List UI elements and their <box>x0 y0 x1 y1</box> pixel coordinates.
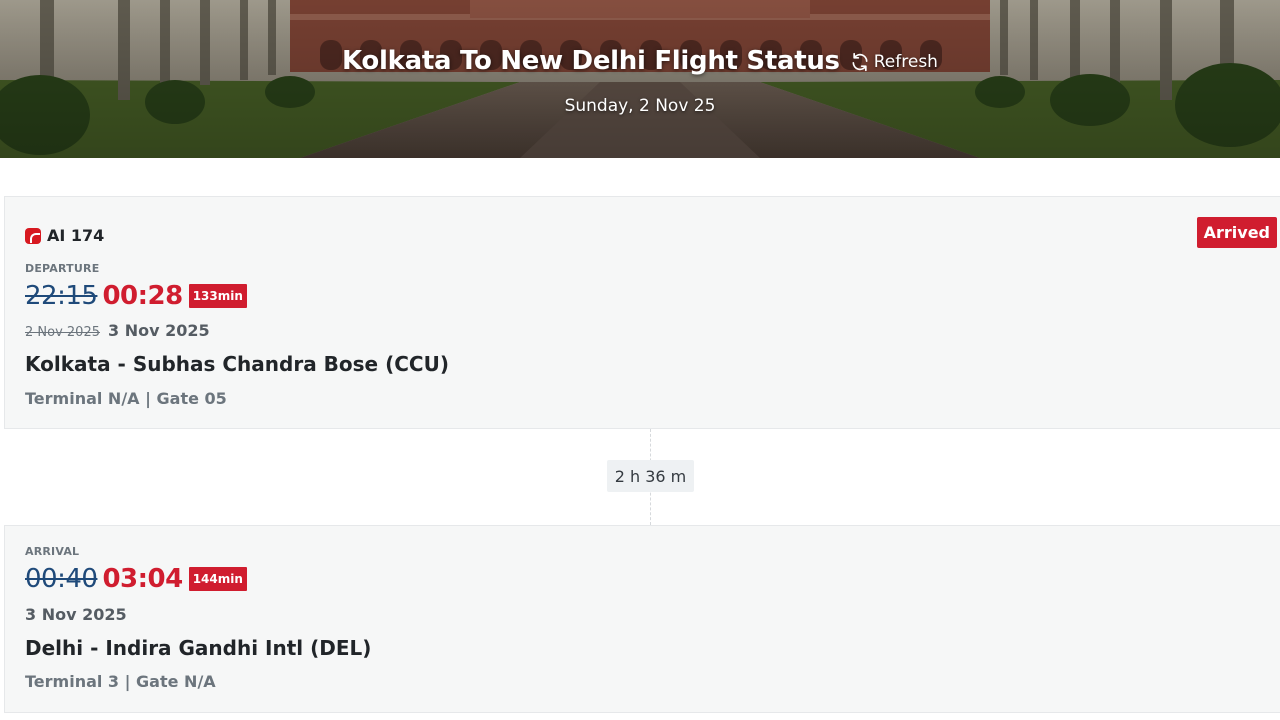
arrival-date-row: 3 Nov 2025 <box>25 605 127 624</box>
flight-duration: 2 h 36 m <box>607 460 694 492</box>
departure-card: AI 174 Arrived DEPARTURE 22:15 00:28 133… <box>4 196 1280 429</box>
refresh-icon <box>850 52 870 72</box>
status-badge: Arrived <box>1196 217 1277 248</box>
arrival-actual-time: 03:04 <box>102 564 183 594</box>
flight-number: AI 174 <box>47 226 105 245</box>
departure-terminal-gate: Terminal N/A | Gate 05 <box>25 389 227 408</box>
arrival-delay-badge: 144min <box>188 567 247 591</box>
departure-delay-badge: 133min <box>188 284 247 308</box>
arrival-card: ARRIVAL 00:40 03:04 144min 3 Nov 2025 De… <box>4 525 1280 713</box>
hero-title-row: Kolkata To New Delhi Flight Status Refre… <box>0 46 1280 76</box>
arrival-terminal-gate: Terminal 3 | Gate N/A <box>25 672 216 691</box>
departure-airport: Kolkata - Subhas Chandra Bose (CCU) <box>25 352 449 376</box>
garden-monument-photo <box>0 0 1280 158</box>
flight-id: AI 174 <box>25 226 104 245</box>
departure-label: DEPARTURE <box>25 262 100 275</box>
page-title: Kolkata To New Delhi Flight Status <box>342 46 840 76</box>
refresh-button[interactable]: Refresh <box>850 52 938 72</box>
refresh-label: Refresh <box>873 52 938 72</box>
arrival-airport: Delhi - Indira Gandhi Intl (DEL) <box>25 636 372 660</box>
departure-date-row: 2 Nov 2025 3 Nov 2025 <box>25 321 210 340</box>
arrival-time-row: 00:40 03:04 144min <box>25 564 247 594</box>
arrival-label: ARRIVAL <box>25 545 80 558</box>
departure-scheduled-time: 22:15 <box>25 281 98 311</box>
flight-date: Sunday, 2 Nov 25 <box>564 96 716 116</box>
air-india-logo <box>25 227 41 244</box>
departure-actual-time: 00:28 <box>102 281 183 311</box>
arrival-actual-date: 3 Nov 2025 <box>25 605 127 624</box>
hero-banner: Kolkata To New Delhi Flight Status Refre… <box>0 0 1280 158</box>
departure-scheduled-date: 2 Nov 2025 <box>25 325 100 340</box>
arrival-scheduled-time: 00:40 <box>25 564 98 594</box>
departure-actual-date: 3 Nov 2025 <box>108 321 210 340</box>
departure-time-row: 22:15 00:28 133min <box>25 281 247 311</box>
